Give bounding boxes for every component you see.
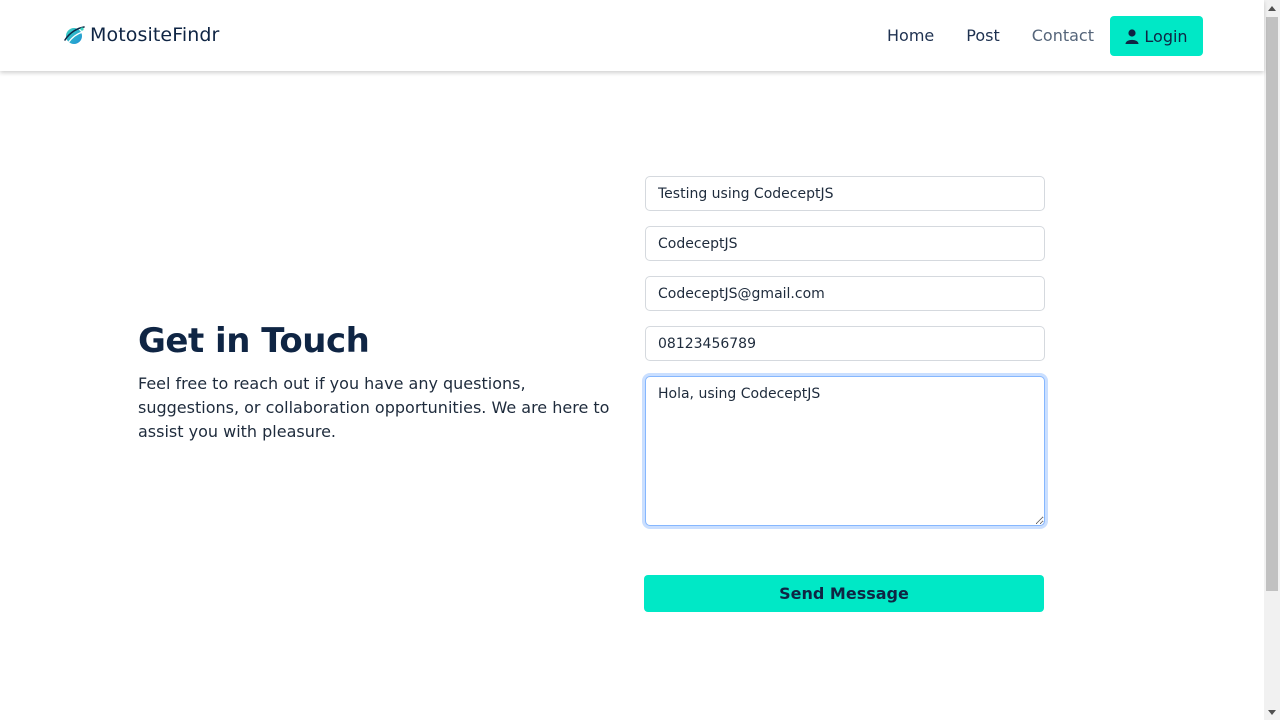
- nav-menu: Home Post Contact Login: [871, 16, 1203, 56]
- page: MotositeFindr Home Post Contact Login Ge…: [0, 0, 1264, 720]
- name-field[interactable]: [645, 226, 1045, 261]
- email-field[interactable]: [645, 276, 1045, 311]
- login-label: Login: [1144, 26, 1188, 46]
- brand-name: MotositeFindr: [90, 24, 220, 46]
- phone-field[interactable]: [645, 326, 1045, 361]
- nav-contact-link[interactable]: Contact: [1016, 16, 1110, 56]
- subject-field[interactable]: [645, 176, 1045, 211]
- message-textarea[interactable]: Hola, using CodeceptJS: [645, 376, 1045, 526]
- scroll-down-arrow-icon[interactable]: [1264, 704, 1280, 720]
- scrollbar-thumb[interactable]: [1266, 17, 1278, 591]
- send-message-button[interactable]: Send Message: [644, 575, 1044, 612]
- contact-form: Hola, using CodeceptJS: [645, 176, 1045, 526]
- page-title: Get in Touch: [138, 321, 370, 361]
- contact-intro: Get in Touch Feel free to reach out if y…: [138, 318, 628, 444]
- login-button[interactable]: Login: [1110, 16, 1203, 56]
- planet-logo-icon: [62, 22, 86, 48]
- navbar: MotositeFindr Home Post Contact Login: [0, 0, 1264, 71]
- scroll-up-arrow-icon[interactable]: [1264, 0, 1280, 16]
- brand-link[interactable]: MotositeFindr: [62, 22, 219, 48]
- user-icon: [1125, 28, 1139, 44]
- page-scrollbar[interactable]: [1264, 0, 1280, 720]
- nav-post-link[interactable]: Post: [950, 16, 1015, 56]
- page-description: Feel free to reach out if you have any q…: [138, 374, 610, 441]
- nav-home-link[interactable]: Home: [871, 16, 950, 56]
